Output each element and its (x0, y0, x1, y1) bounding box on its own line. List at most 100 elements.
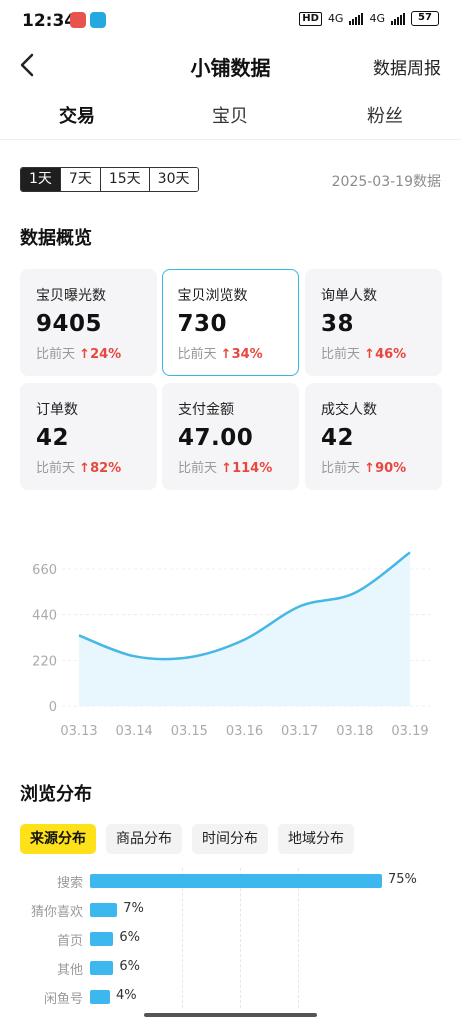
range-1-day[interactable]: 1天 (21, 168, 60, 191)
bar-value-label: 6% (119, 930, 140, 945)
home-indicator[interactable] (144, 1013, 317, 1017)
up-arrow-icon: ↑ (364, 347, 376, 362)
date-range-selector: 1天 7天 15天 30天 (20, 167, 199, 192)
weekly-report-link[interactable]: 数据周报 (373, 54, 441, 79)
bar (90, 874, 382, 888)
change-value: 46% (375, 347, 407, 362)
tab-fans-label: 粉丝 (367, 106, 403, 127)
change-value: 24% (90, 347, 122, 362)
card-exposure[interactable]: 宝贝曝光数 9405 比前天 ↑24% (20, 269, 157, 376)
bar-label: 闲鱼号 (43, 992, 83, 1007)
card-value: 9405 (36, 311, 103, 337)
change-value: 34% (231, 346, 263, 362)
subtab-region[interactable]: 地域分布 (278, 824, 354, 854)
card-value: 42 (321, 425, 355, 451)
card-value: 47.00 (178, 425, 254, 451)
change-prefix: 比前天 (36, 461, 76, 476)
card-inquiries[interactable]: 询单人数 38 比前天 ↑46% (305, 269, 442, 376)
card-change: 比前天 ↑90% (321, 457, 442, 476)
bar (90, 932, 114, 946)
bar (90, 990, 110, 1004)
nav-bar: 小铺数据 数据周报 (0, 42, 461, 90)
distribution-row: 搜索 75% (0, 871, 461, 891)
y-tick-label: 220 (32, 654, 57, 669)
x-tick-label: 03.15 (171, 724, 208, 739)
status-bar: 12:34 HD 4G 4G 57 (0, 0, 461, 42)
card-label: 成交人数 (321, 402, 377, 418)
range-15-days[interactable]: 15天 (99, 168, 149, 191)
bar-value-label: 75% (388, 872, 417, 887)
tab-items-label: 宝贝 (212, 106, 248, 127)
change-prefix: 比前天 (178, 461, 218, 476)
up-arrow-icon: ↑ (221, 461, 233, 476)
x-tick-label: 03.16 (226, 724, 263, 739)
y-tick-label: 660 (32, 563, 57, 578)
card-buyers[interactable]: 成交人数 42 比前天 ↑90% (305, 383, 442, 490)
card-label: 支付金额 (178, 402, 234, 418)
browse-title: 浏览分布 (20, 784, 92, 805)
subtab-source[interactable]: 来源分布 (20, 824, 96, 854)
change-value: 114% (232, 461, 273, 476)
network-label-2: 4G (369, 12, 385, 25)
card-label: 宝贝浏览数 (177, 287, 248, 304)
card-change: 比前天 ↑114% (178, 457, 299, 476)
hd-badge: HD (299, 11, 322, 26)
tab-fans[interactable]: 粉丝 (345, 102, 425, 128)
bar-label: 搜索 (56, 876, 83, 891)
tab-items[interactable]: 宝贝 (190, 102, 270, 128)
notification-app-icon (90, 12, 106, 28)
card-change: 比前天 ↑82% (36, 457, 157, 476)
up-arrow-icon: ↑ (364, 461, 376, 476)
card-value: 38 (321, 311, 355, 337)
overview-title: 数据概览 (20, 228, 92, 249)
status-time: 12:34 (22, 11, 77, 31)
x-tick-label: 03.13 (60, 724, 97, 739)
bar-label: 首页 (56, 934, 83, 949)
battery-icon: 57 (411, 11, 439, 26)
main-tabs: 交易 宝贝 粉丝 (0, 94, 461, 140)
change-prefix: 比前天 (321, 347, 361, 362)
data-date-label: 2025-03-19数据 (331, 174, 441, 190)
change-value: 90% (375, 461, 407, 476)
tab-trade[interactable]: 交易 (37, 102, 117, 132)
x-tick-label: 03.14 (116, 724, 153, 739)
x-tick-label: 03.19 (391, 724, 428, 739)
browse-subtabs: 来源分布 商品分布 时间分布 地域分布 (20, 824, 354, 854)
card-change: 比前天 ↑24% (36, 343, 157, 362)
card-value: 730 (177, 310, 228, 337)
views-trend-chart: 0 220 440 660 03.13 03.14 03.15 03.16 03.17 03.18… (32, 551, 430, 739)
range-7-days[interactable]: 7天 (59, 168, 100, 191)
card-orders[interactable]: 订单数 42 比前天 ↑82% (20, 383, 157, 490)
card-views[interactable]: 宝贝浏览数 730 比前天 ↑34% (162, 269, 299, 376)
subtab-time[interactable]: 时间分布 (192, 824, 268, 854)
distribution-row: 其他 6% (0, 958, 461, 978)
taobao-app-icon (70, 12, 86, 28)
distribution-row: 闲鱼号 4% (0, 987, 461, 1007)
up-arrow-icon: ↑ (79, 347, 91, 362)
signal-icon (349, 12, 364, 25)
change-value: 82% (90, 461, 122, 476)
bar-value-label: 4% (116, 988, 137, 1003)
change-prefix: 比前天 (36, 347, 76, 362)
card-payment[interactable]: 支付金额 47.00 比前天 ↑114% (162, 383, 299, 490)
up-arrow-icon: ↑ (79, 461, 91, 476)
source-distribution-chart: 搜索 75% 猜你喜欢 7% 首页 6% 其他 6% 闲鱼号 4% (0, 868, 461, 1008)
network-label-1: 4G (327, 12, 344, 25)
signal-icon-2 (391, 12, 405, 25)
change-prefix: 比前天 (321, 461, 361, 476)
card-label: 询单人数 (321, 288, 377, 304)
distribution-row: 首页 6% (0, 929, 461, 949)
up-arrow-icon: ↑ (220, 346, 232, 362)
y-tick-label: 0 (49, 700, 57, 715)
bar-label: 猜你喜欢 (30, 905, 83, 920)
y-tick-label: 440 (32, 609, 57, 624)
subtab-product[interactable]: 商品分布 (106, 824, 182, 854)
bar-value-label: 7% (123, 901, 144, 916)
x-tick-label: 03.18 (336, 724, 373, 739)
tab-trade-label: 交易 (59, 106, 95, 127)
card-label: 宝贝曝光数 (36, 288, 106, 304)
range-30-days[interactable]: 30天 (148, 168, 198, 191)
bar (90, 903, 118, 917)
series-area-fill (79, 552, 410, 706)
change-prefix: 比前天 (177, 346, 217, 362)
